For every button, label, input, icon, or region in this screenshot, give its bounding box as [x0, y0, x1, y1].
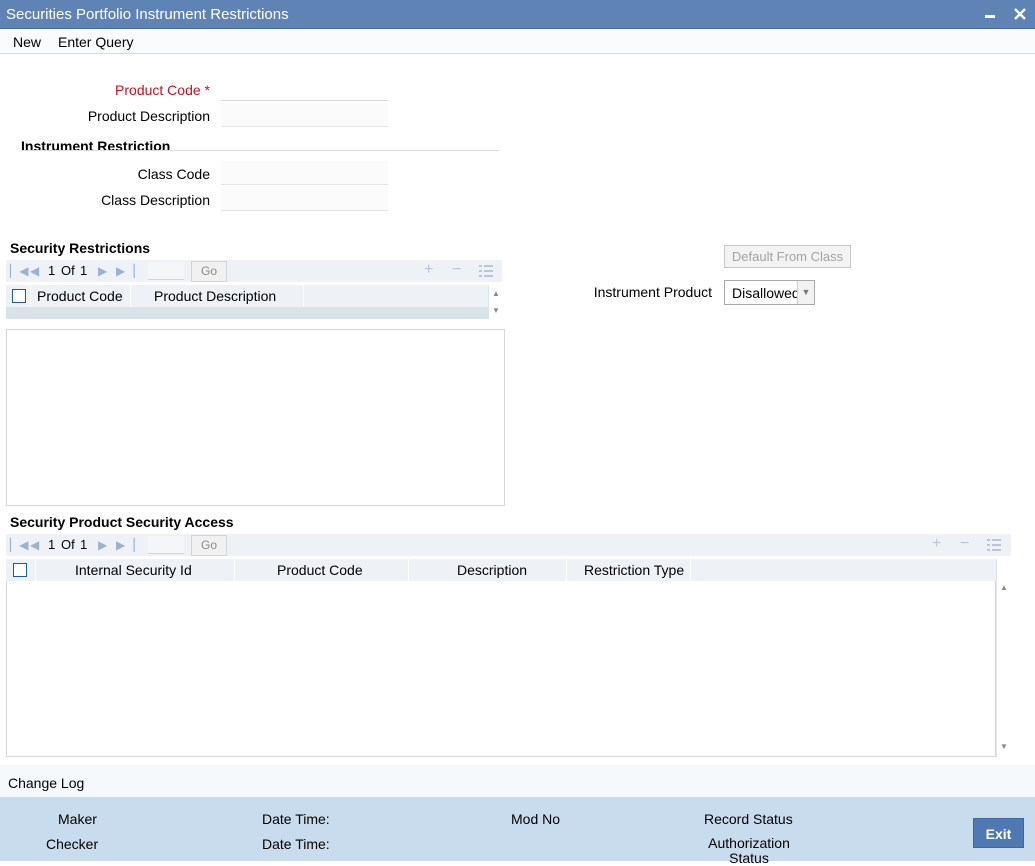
section-divider	[21, 150, 499, 151]
close-icon[interactable]	[1009, 3, 1031, 25]
instrument-product-select[interactable]: Disallowed ▼	[724, 280, 815, 305]
menu-bar: New Enter Query	[0, 29, 1035, 54]
column-header-product-code[interactable]: Product Code	[37, 288, 123, 304]
go-button[interactable]: Go	[191, 535, 227, 556]
product-description-input	[221, 103, 388, 127]
security-restrictions-grid-header: Product Code Product Description	[6, 285, 488, 307]
total-pages: 1	[80, 537, 88, 552]
security-restrictions-scrollbar[interactable]: ▲ ▼	[488, 285, 504, 319]
scroll-up-icon[interactable]: ▲	[1000, 583, 1008, 592]
column-separator	[690, 559, 691, 581]
security-product-access-scrollbar[interactable]: ▲ ▼	[996, 559, 1012, 757]
select-all-checkbox[interactable]	[12, 289, 26, 303]
column-header-product-description[interactable]: Product Description	[154, 288, 276, 304]
minimize-icon[interactable]	[979, 3, 1001, 25]
product-code-label: Product Code *	[115, 82, 210, 98]
delete-row-icon[interactable]: −	[960, 535, 969, 553]
class-description-input	[221, 187, 388, 211]
page-number-input[interactable]	[148, 262, 184, 280]
maker-label: Maker	[58, 811, 97, 827]
audit-footer: Maker Checker Date Time: Date Time: Mod …	[0, 797, 1035, 866]
first-page-icon[interactable]: ▏◀	[10, 264, 28, 278]
column-header-restriction-type[interactable]: Restriction Type	[584, 562, 684, 578]
change-log-link[interactable]: Change Log	[8, 775, 84, 791]
single-view-icon[interactable]	[987, 535, 1001, 557]
instrument-product-label: Instrument Product	[593, 284, 712, 300]
first-page-icon[interactable]: ▏◀	[10, 538, 28, 552]
total-pages: 1	[80, 263, 88, 278]
column-separator	[35, 559, 36, 581]
record-status-label: Record Status	[704, 811, 793, 827]
security-restrictions-pane	[6, 329, 505, 506]
column-separator	[234, 559, 235, 581]
chevron-down-icon[interactable]: ▼	[797, 281, 814, 304]
page-of-label: Of	[61, 537, 75, 552]
scroll-down-icon[interactable]: ▼	[492, 306, 500, 315]
required-marker: *	[204, 82, 210, 98]
page-of-label: Of	[61, 263, 75, 278]
security-product-access-grid-header: Internal Security Id Product Code Descri…	[6, 559, 996, 581]
previous-page-icon[interactable]: ◀	[30, 538, 39, 552]
current-page: 1	[48, 537, 56, 552]
single-view-icon[interactable]	[479, 261, 493, 283]
column-separator	[303, 285, 304, 307]
column-header-product-code[interactable]: Product Code	[277, 562, 363, 578]
column-separator	[30, 285, 31, 307]
authorization-status-label: Authorization Status	[708, 835, 790, 866]
checker-label: Checker	[46, 836, 99, 852]
change-log-bar: Change Log	[0, 765, 1035, 797]
instrument-product-value: Disallowed	[732, 285, 800, 301]
column-header-description[interactable]: Description	[457, 562, 527, 578]
class-code-label: Class Code	[137, 166, 210, 182]
grid-row[interactable]	[6, 307, 488, 319]
column-separator	[566, 559, 567, 581]
last-page-icon[interactable]: ▶▕	[116, 538, 134, 552]
mod-no-label: Mod No	[511, 811, 561, 827]
default-from-class-button[interactable]: Default From Class	[724, 245, 851, 268]
new-menu-item[interactable]: New	[13, 34, 41, 50]
scroll-up-icon[interactable]: ▲	[492, 289, 500, 298]
column-separator	[408, 559, 409, 581]
delete-row-icon[interactable]: −	[452, 261, 461, 279]
column-separator	[130, 285, 131, 307]
security-restrictions-title: Security Restrictions	[10, 240, 151, 256]
next-page-icon[interactable]: ▶	[98, 264, 107, 278]
class-description-label: Class Description	[101, 192, 210, 208]
class-code-input	[221, 161, 388, 185]
exit-button[interactable]: Exit	[973, 818, 1024, 848]
security-restrictions-pager: ▏◀ ◀ 1 Of 1 ▶ ▶▕ Go + −	[6, 260, 502, 282]
go-button[interactable]: Go	[191, 261, 227, 282]
enter-query-menu-item[interactable]: Enter Query	[58, 34, 133, 50]
checker-date-time-label: Date Time:	[262, 836, 330, 852]
last-page-icon[interactable]: ▶▕	[116, 264, 134, 278]
product-description-label: Product Description	[87, 108, 210, 124]
current-page: 1	[48, 263, 56, 278]
window-title: Securities Portfolio Instrument Restrict…	[6, 6, 289, 23]
page-number-input[interactable]	[148, 536, 184, 554]
security-product-access-pane	[6, 581, 996, 757]
select-all-checkbox[interactable]	[13, 563, 27, 577]
scroll-down-icon[interactable]: ▼	[1000, 742, 1008, 751]
instrument-restriction-title: Instrument Restriction	[21, 138, 171, 154]
security-product-access-pager: ▏◀ ◀ 1 Of 1 ▶ ▶▕ Go + −	[6, 534, 1011, 556]
maker-date-time-label: Date Time:	[262, 811, 330, 827]
column-header-internal-security-id[interactable]: Internal Security Id	[75, 562, 192, 578]
add-row-icon[interactable]: +	[424, 261, 433, 279]
next-page-icon[interactable]: ▶	[98, 538, 107, 552]
add-row-icon[interactable]: +	[932, 535, 941, 553]
security-product-access-title: Security Product Security Access	[10, 514, 234, 530]
product-code-input[interactable]	[221, 77, 388, 101]
title-bar: Securities Portfolio Instrument Restrict…	[0, 0, 1035, 29]
previous-page-icon[interactable]: ◀	[30, 264, 39, 278]
